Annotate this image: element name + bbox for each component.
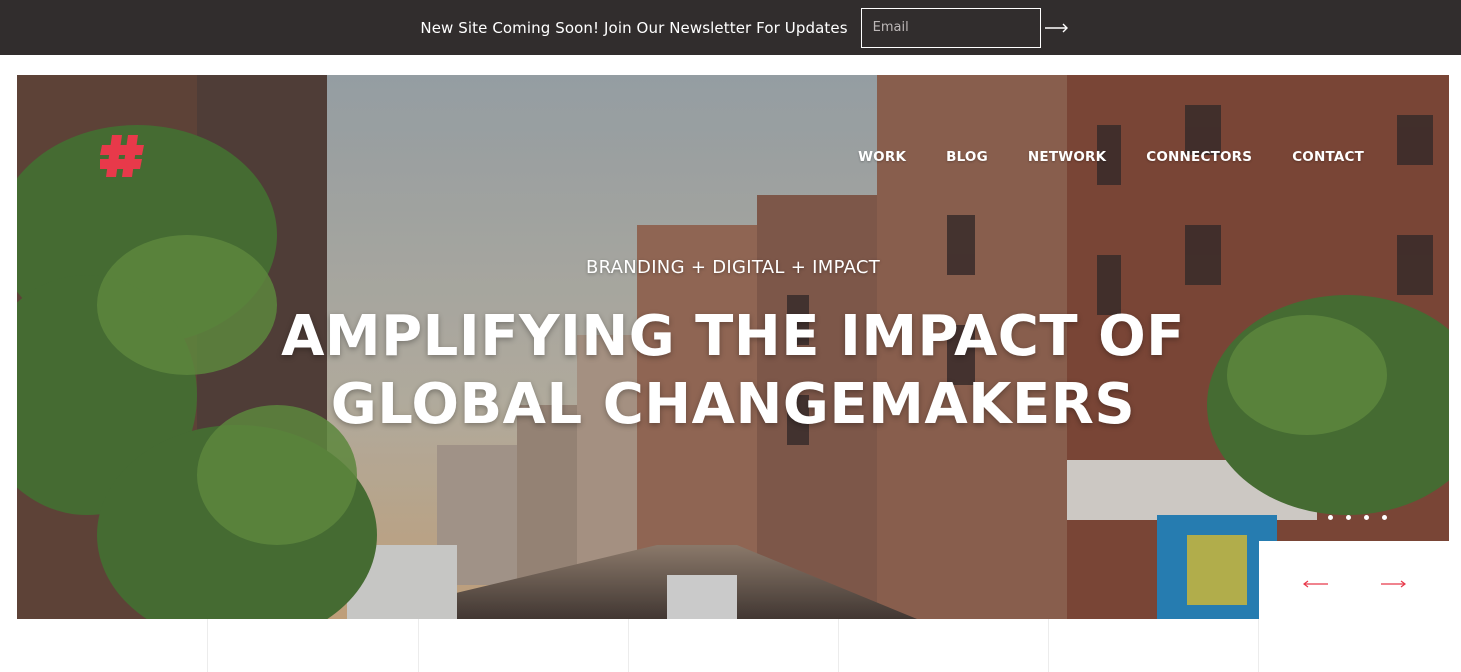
nav-item-blog[interactable]: BLOG bbox=[946, 149, 988, 165]
newsletter-bar: New Site Coming Soon! Join Our Newslette… bbox=[0, 0, 1461, 55]
grid-divider bbox=[1258, 619, 1259, 672]
hashtag-icon[interactable] bbox=[100, 133, 144, 179]
arrow-right-icon bbox=[1044, 23, 1068, 32]
slide-dot-2[interactable] bbox=[1346, 515, 1351, 520]
hero-banner: WORK BLOG NETWORK CONNECTORS CONTACT BRA… bbox=[17, 75, 1449, 619]
nav-item-work[interactable]: WORK bbox=[858, 149, 906, 165]
email-input[interactable] bbox=[861, 8, 1045, 47]
slide-dot-4[interactable] bbox=[1382, 515, 1387, 520]
grid-divider bbox=[1048, 619, 1049, 672]
arrow-left-icon[interactable] bbox=[1302, 577, 1330, 591]
slide-indicators bbox=[1315, 515, 1387, 520]
grid-divider bbox=[838, 619, 839, 672]
slide-dot-3[interactable] bbox=[1364, 515, 1369, 520]
nav-item-connectors[interactable]: CONNECTORS bbox=[1146, 149, 1252, 165]
bottom-grid bbox=[0, 619, 1259, 672]
nav-item-network[interactable]: NETWORK bbox=[1028, 149, 1106, 165]
main-nav: WORK BLOG NETWORK CONNECTORS CONTACT bbox=[818, 149, 1364, 165]
arrow-right-icon[interactable] bbox=[1379, 577, 1407, 591]
hero-title-line-1: AMPLIFYING THE IMPACT OF bbox=[281, 304, 1185, 369]
hero-title: AMPLIFYING THE IMPACT OF GLOBAL CHANGEMA… bbox=[17, 303, 1449, 439]
nav-item-contact[interactable]: CONTACT bbox=[1292, 149, 1364, 165]
newsletter-form bbox=[860, 7, 1068, 48]
grid-divider bbox=[207, 619, 208, 672]
newsletter-submit-button[interactable] bbox=[1044, 9, 1069, 47]
hero-title-line-2: GLOBAL CHANGEMAKERS bbox=[330, 372, 1136, 437]
slider-controls bbox=[1259, 541, 1449, 672]
grid-divider bbox=[628, 619, 629, 672]
hero-subtitle: BRANDING + DIGITAL + IMPACT bbox=[585, 257, 881, 278]
slide-dot-1[interactable] bbox=[1328, 515, 1333, 520]
grid-divider bbox=[418, 619, 419, 672]
newsletter-text: New Site Coming Soon! Join Our Newslette… bbox=[420, 18, 848, 37]
